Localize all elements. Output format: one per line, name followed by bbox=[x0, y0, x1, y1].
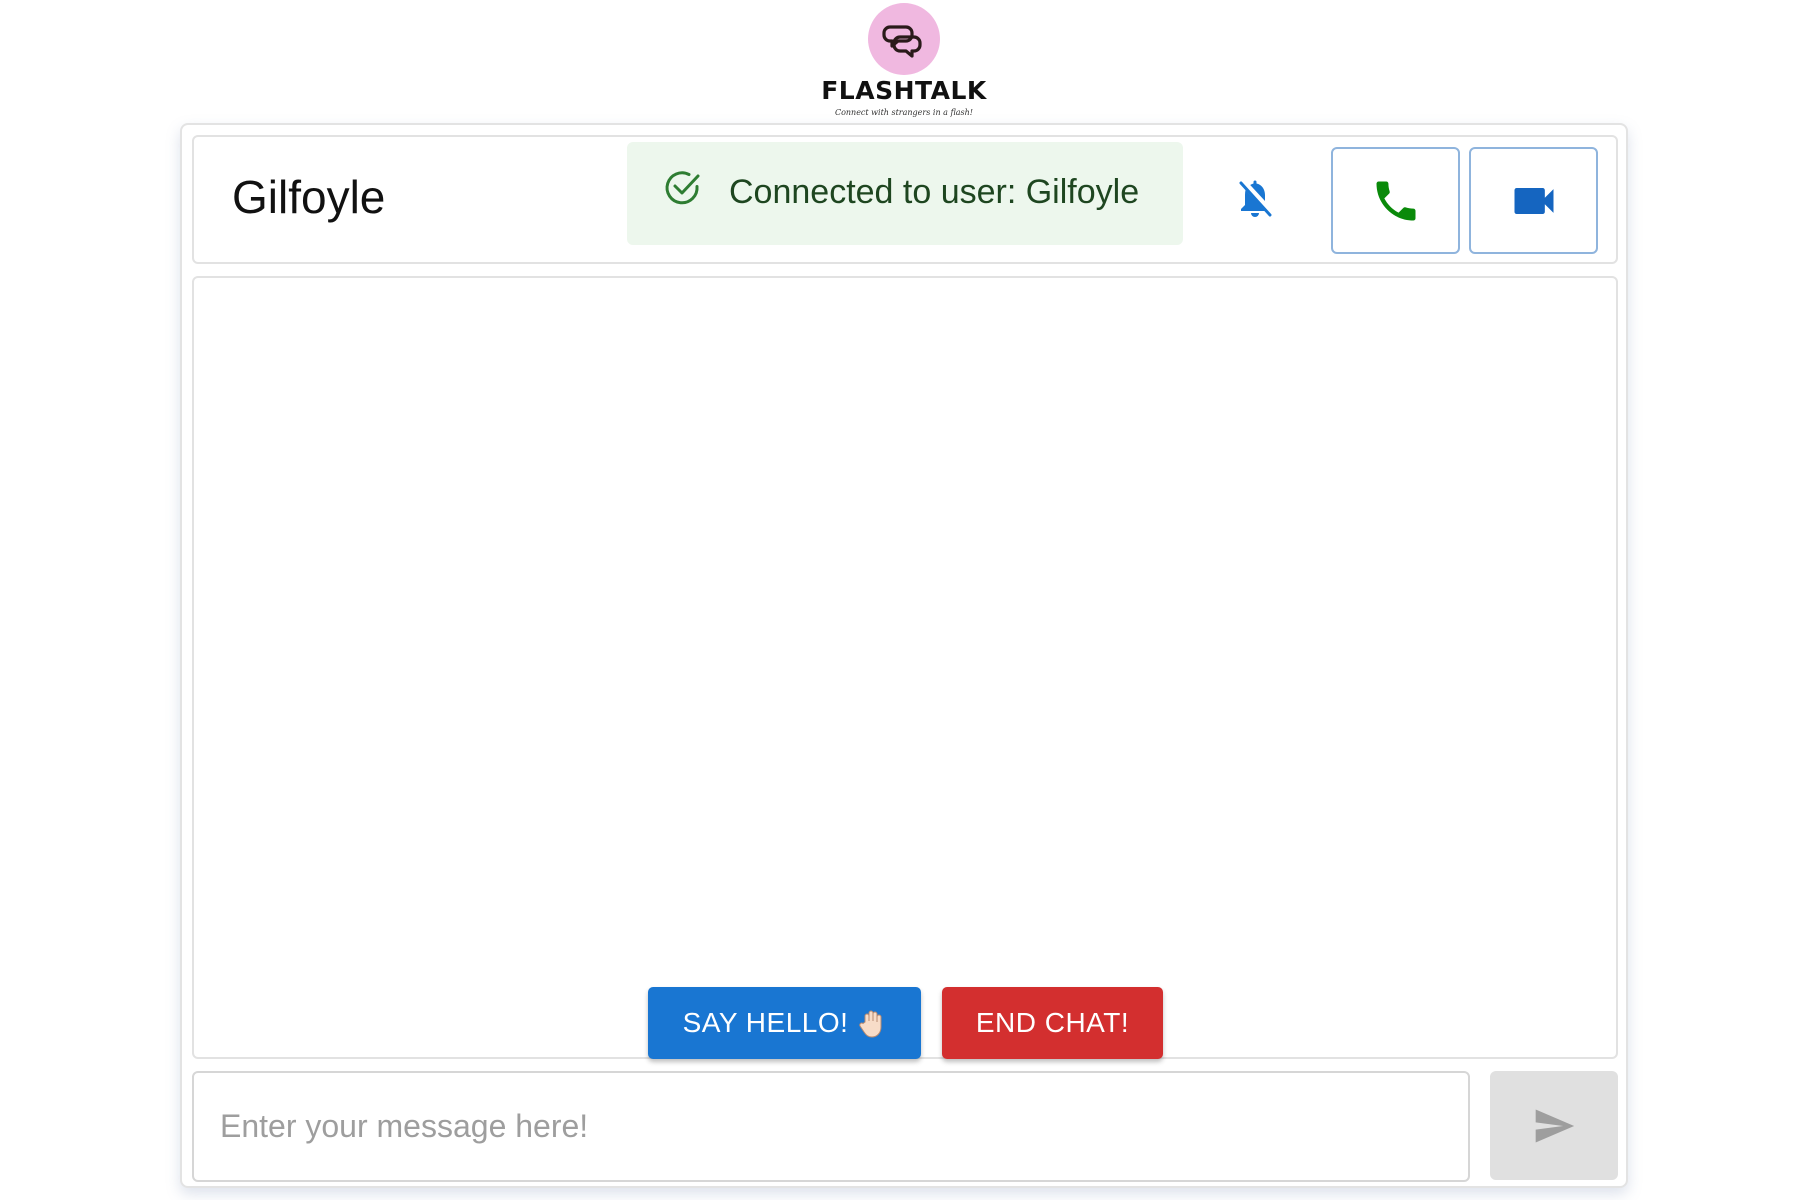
say-hello-label: SAY HELLO! bbox=[682, 1007, 849, 1038]
app-logo: FLASHTALK Connect with strangers in a fl… bbox=[0, 0, 1800, 122]
say-hello-button[interactable]: SAY HELLO! bbox=[648, 987, 921, 1059]
end-chat-label: END CHAT! bbox=[975, 1007, 1130, 1038]
video-camera-icon bbox=[1514, 187, 1553, 214]
waving-hand-icon bbox=[859, 1010, 882, 1038]
connection-status-text: Connected to user: Gilfoyle bbox=[729, 173, 1140, 211]
flashtalk-chat-page: FLASHTALK Connect with strangers in a fl… bbox=[0, 0, 1800, 1200]
message-list[interactable] bbox=[192, 276, 1618, 1059]
end-chat-button[interactable]: END CHAT! bbox=[942, 987, 1163, 1059]
send-icon bbox=[1535, 1109, 1575, 1142]
send-button[interactable] bbox=[1490, 1071, 1618, 1180]
bell-off-icon bbox=[1239, 180, 1272, 217]
message-input[interactable] bbox=[192, 1071, 1470, 1182]
check-circle-icon bbox=[663, 168, 703, 208]
chat-partner-name: Gilfoyle bbox=[232, 171, 386, 223]
brand-tagline: Connect with strangers in a flash! bbox=[834, 108, 974, 117]
brand-name: FLASHTALK bbox=[821, 76, 987, 105]
voice-call-button[interactable] bbox=[1331, 147, 1460, 254]
mute-notifications-button[interactable] bbox=[1230, 174, 1280, 224]
logo-mark-icon bbox=[868, 3, 940, 75]
video-call-button[interactable] bbox=[1469, 147, 1598, 254]
phone-icon bbox=[1376, 181, 1415, 220]
